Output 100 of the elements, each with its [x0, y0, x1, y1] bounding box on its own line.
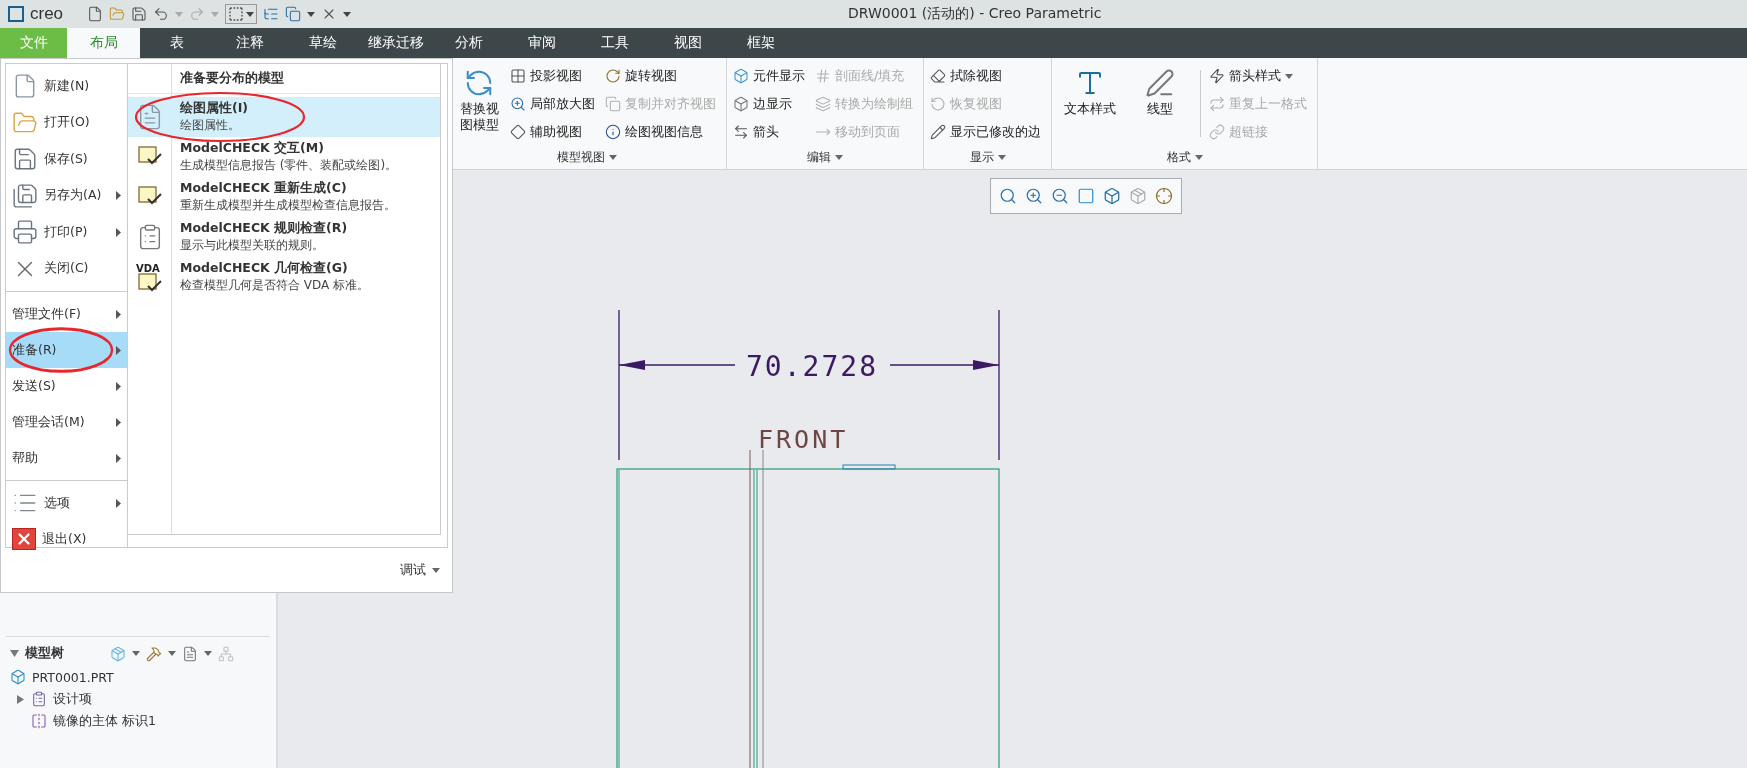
zoom-in-icon[interactable] [1025, 187, 1043, 205]
menu-item[interactable]: 准备(R) [6, 332, 127, 368]
menu-item[interactable]: 退出(X) [6, 521, 127, 557]
exit-icon [12, 528, 36, 550]
menu-item[interactable]: 新建(N) [6, 68, 127, 105]
caret-icon[interactable] [132, 651, 140, 656]
caret-icon[interactable] [997, 154, 1006, 160]
ribbon-button[interactable]: 投影视图 [510, 64, 599, 88]
cube-icon [733, 96, 749, 112]
ribbon-button[interactable]: 替换视图模型 [454, 62, 504, 145]
undo-icon[interactable] [153, 6, 170, 22]
expand-toggle[interactable] [10, 649, 19, 658]
dimension-text: 70.2728 [746, 350, 878, 383]
magnifier-icon [510, 96, 526, 112]
ribbon-button[interactable]: 元件显示 [733, 64, 809, 88]
ribbon-tab[interactable]: 框架 [724, 28, 797, 58]
zoom-out-icon[interactable] [1051, 187, 1069, 205]
menu-item[interactable]: 另存为(A) [6, 177, 127, 214]
submenu-arrow-icon [116, 417, 121, 427]
logo-icon [8, 6, 24, 22]
ribbon-tab[interactable]: 审阅 [505, 28, 578, 58]
menu-item[interactable]: 保存(S) [6, 141, 127, 178]
ribbon-tab[interactable]: 布局 [67, 28, 140, 58]
entry-description: 重新生成模型并生成模型检查信息报告。 [180, 197, 396, 214]
menu-item[interactable]: 选项 [6, 485, 127, 521]
submenu-arrow-icon [116, 381, 121, 391]
entry-description: 绘图属性。 [180, 117, 241, 134]
windows-icon[interactable] [285, 6, 302, 22]
group-label-button[interactable]: 模型视图 [454, 145, 720, 169]
ribbon-button[interactable]: 旋转视图 [605, 64, 720, 88]
entry-title: 绘图属性(I) [180, 100, 249, 118]
new-file-icon[interactable] [87, 6, 104, 22]
group-label-button[interactable]: 编辑 [733, 145, 917, 169]
tree-item[interactable]: 镜像的主体 标识1 [53, 712, 156, 730]
menu-item[interactable]: 管理会话(M) [6, 404, 127, 440]
layers-icon [815, 96, 831, 112]
menu-entry[interactable]: ModelCHECK 交互(M) 生成模型信息报告 (零件、装配或绘图)。 [128, 137, 440, 177]
entry-description: 显示与此模型关联的规则。 [180, 237, 325, 254]
ribbon-tab[interactable]: 注释 [213, 28, 286, 58]
tree-item[interactable]: PRT0001.PRT [32, 669, 114, 685]
expand-toggle[interactable] [16, 694, 25, 704]
ribbon-button[interactable]: 辅助视图 [510, 120, 599, 144]
cube-icon [733, 68, 749, 84]
caret-icon[interactable] [432, 567, 440, 573]
tree-icon[interactable] [263, 6, 280, 22]
hatch-icon [815, 68, 831, 84]
caret-icon[interactable] [609, 154, 617, 160]
menu-item[interactable]: 打开(O) [6, 104, 127, 141]
customize-caret-icon[interactable] [343, 11, 352, 17]
ribbon-button[interactable]: 边显示 [733, 92, 809, 116]
entry-description: 检查模型几何是否符合 VDA 标准。 [180, 277, 370, 294]
menu-item[interactable]: 发送(S) [6, 368, 127, 404]
ribbon-tab[interactable]: 草绘 [286, 28, 359, 58]
counterclockwise-arrow-icon [930, 96, 946, 112]
cube-icon[interactable] [1103, 187, 1121, 205]
menu-item[interactable]: 打印(P) [6, 214, 127, 251]
clipboard-icon [31, 691, 47, 707]
floppy-disks-icon [12, 182, 38, 209]
ribbon-button[interactable]: 文本样式 [1058, 62, 1122, 145]
caret-icon[interactable] [168, 651, 176, 656]
panel-heading: 准备要分布的模型 [128, 64, 440, 94]
menu-item[interactable]: 管理文件(F) [6, 296, 127, 332]
ribbon-tab[interactable]: 继承迁移 [359, 28, 432, 58]
ribbon-tab[interactable]: 分析 [432, 28, 505, 58]
menu-item[interactable]: 关闭(C) [6, 250, 127, 287]
menu-entry[interactable]: ModelCHECK 规则检查(R) 显示与此模型关联的规则。 [128, 217, 440, 257]
menu-entry[interactable]: ModelCHECK 重新生成(C) 重新生成模型并生成模型检查信息报告。 [128, 177, 440, 217]
document-icon[interactable] [182, 645, 198, 662]
ribbon-button[interactable]: 线型 [1128, 62, 1192, 145]
repeat-icon [1209, 96, 1225, 112]
group-label-button[interactable]: 显示 [930, 145, 1045, 169]
caret-icon[interactable] [1285, 73, 1293, 79]
ribbon-button[interactable]: 箭头 [733, 120, 809, 144]
refresh-icon [464, 68, 494, 98]
dropdown-caret-icon[interactable] [246, 11, 255, 17]
menu-entry[interactable]: VDA ModelCHECK 几何检查(G) 检查模型几何是否符合 VDA 标准。 [128, 257, 440, 297]
tree-item[interactable]: 设计项 [53, 690, 92, 708]
cube-icon [10, 669, 26, 685]
select-box-button[interactable] [225, 4, 258, 24]
group-label-button[interactable]: 格式 [1058, 145, 1311, 169]
menu-item[interactable]: 帮助 [6, 440, 127, 476]
ribbon-button[interactable]: 箭头样式 [1209, 64, 1311, 88]
caret-icon[interactable] [835, 154, 843, 160]
ribbon-button[interactable]: 绘图视图信息 [605, 120, 720, 144]
debug-menu-button[interactable]: 调试 [400, 561, 426, 579]
ribbon-tab[interactable]: 表 [140, 28, 213, 58]
entry-title: ModelCHECK 规则检查(R) [180, 220, 348, 238]
caret-icon[interactable] [307, 11, 316, 17]
ribbon-button[interactable]: 显示已修改的边 [930, 120, 1045, 144]
hammer-icon[interactable] [146, 645, 162, 662]
menu-entry[interactable]: 绘图属性(I) 绘图属性。 [128, 97, 440, 137]
caret-icon[interactable] [1194, 154, 1203, 160]
ribbon-button[interactable]: 拭除视图 [930, 64, 1045, 88]
ribbon-tab[interactable]: 工具 [578, 28, 651, 58]
ribbon-button[interactable]: 局部放大图 [510, 92, 599, 116]
rotate-icon [605, 68, 621, 84]
ribbon-tab[interactable]: 视图 [651, 28, 724, 58]
search-icon[interactable] [999, 187, 1017, 205]
caret-icon[interactable] [204, 651, 212, 656]
entry-description: 生成模型信息报告 (零件、装配或绘图)。 [180, 157, 398, 174]
